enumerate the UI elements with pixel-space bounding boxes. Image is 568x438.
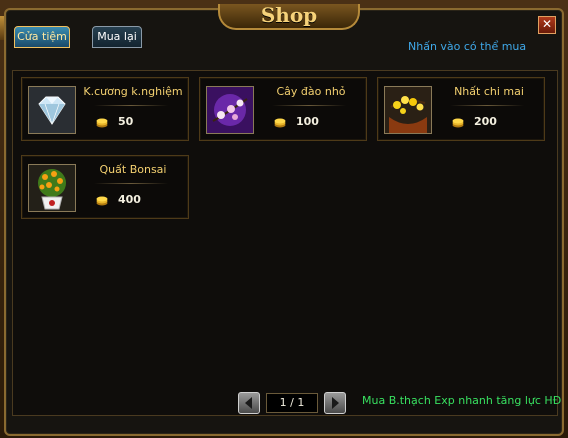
tab-buyback[interactable]: Mua lại <box>92 26 142 48</box>
shop-item[interactable]: Quất Bonsai 400 <box>21 155 189 219</box>
divider <box>450 105 524 106</box>
next-page-button[interactable] <box>324 392 346 414</box>
shop-window: Shop ✕ Cửa tiệm Mua lại Nhấn vào có thể … <box>0 0 568 438</box>
diamond-icon <box>28 86 76 134</box>
gold-coin-icon <box>96 118 108 128</box>
prev-page-button[interactable] <box>238 392 260 414</box>
shop-item[interactable]: K.cương k.nghiệm 50 <box>21 77 189 141</box>
gold-coin-icon <box>274 118 286 128</box>
item-name: K.cương k.nghiệm <box>83 85 183 98</box>
page-indicator: 1 / 1 <box>266 393 318 413</box>
divider <box>272 105 346 106</box>
promo-link[interactable]: Mua B.thạch Exp nhanh tăng lực HĐ <box>362 394 561 407</box>
arrow-left-icon <box>245 397 252 409</box>
item-name: Quất Bonsai <box>99 163 167 176</box>
title-plate: Shop <box>218 4 360 30</box>
close-button[interactable]: ✕ <box>538 16 556 34</box>
item-price: 50 <box>118 115 134 128</box>
shop-item[interactable]: Nhất chi mai 200 <box>377 77 545 141</box>
gold-coin-icon <box>96 196 108 206</box>
buy-hint: Nhấn vào có thể mua <box>408 40 527 53</box>
divider <box>94 105 168 106</box>
item-name: Cây đào nhỏ <box>276 85 346 98</box>
peach-blossom-icon <box>206 86 254 134</box>
divider <box>94 183 168 184</box>
item-price: 200 <box>474 115 497 128</box>
tab-shop[interactable]: Cửa tiệm <box>14 26 70 48</box>
gold-coin-icon <box>452 118 464 128</box>
item-price: 100 <box>296 115 319 128</box>
item-name: Nhất chi mai <box>454 85 524 98</box>
apricot-blossom-icon <box>384 86 432 134</box>
shop-item[interactable]: Cây đào nhỏ 100 <box>199 77 367 141</box>
arrow-right-icon <box>332 397 339 409</box>
kumquat-bonsai-icon <box>28 164 76 212</box>
item-price: 400 <box>118 193 141 206</box>
window-title: Shop <box>260 3 318 27</box>
